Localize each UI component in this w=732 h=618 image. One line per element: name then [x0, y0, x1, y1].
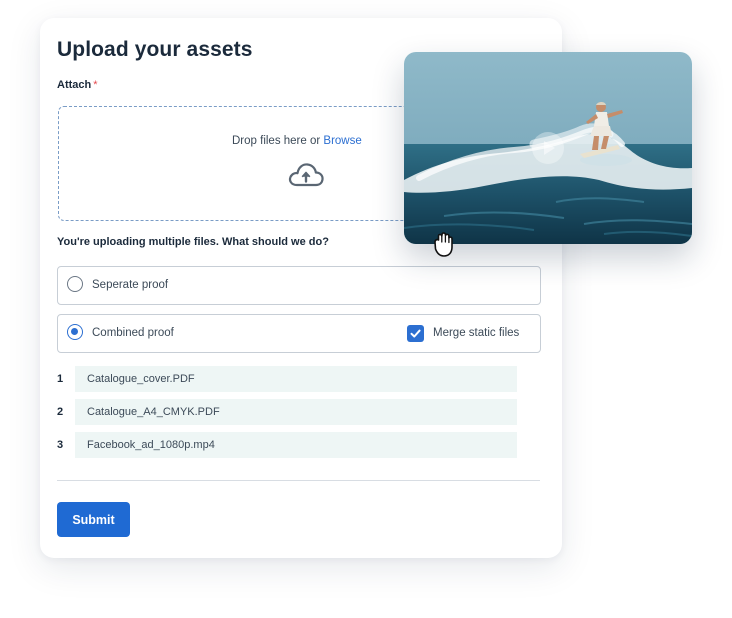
merge-static-files-checkbox[interactable]	[407, 325, 424, 342]
required-mark: *	[93, 79, 98, 91]
dropzone-text: Drop files here or Browse	[232, 135, 362, 147]
dropzone-instructions: Drop files here or	[232, 135, 324, 147]
file-entry[interactable]: Catalogue_A4_CMYK.PDF	[75, 399, 517, 425]
page-title: Upload your assets	[57, 38, 253, 61]
file-name: Catalogue_A4_CMYK.PDF	[87, 406, 220, 418]
separate-proof-radio[interactable]	[67, 276, 83, 292]
combined-proof-option[interactable]: Combined proof Merge static files	[57, 314, 541, 353]
cloud-upload-icon	[287, 161, 325, 189]
file-index: 2	[57, 406, 64, 418]
surfer-image	[404, 52, 692, 244]
divider	[57, 480, 540, 481]
upload-question: You're uploading multiple files. What sh…	[57, 236, 329, 248]
video-preview-thumbnail[interactable]	[404, 52, 692, 244]
attach-label: Attach *	[57, 79, 98, 91]
checkmark-icon	[410, 329, 421, 338]
merge-static-files-label: Merge static files	[433, 327, 520, 339]
combined-proof-radio[interactable]	[67, 324, 83, 340]
grab-hand-icon	[429, 228, 459, 260]
file-entry[interactable]: Catalogue_cover.PDF	[75, 366, 517, 392]
browse-link[interactable]: Browse	[323, 135, 361, 147]
attach-label-text: Attach	[57, 79, 92, 91]
canvas: Upload your assets Attach * Drop files he…	[0, 0, 732, 618]
combined-proof-label: Combined proof	[92, 327, 174, 339]
separate-proof-label: Seperate proof	[92, 279, 169, 291]
file-index: 1	[57, 373, 64, 385]
file-index: 3	[57, 439, 64, 451]
submit-button[interactable]: Submit	[57, 502, 130, 537]
file-name: Facebook_ad_1080p.mp4	[87, 439, 215, 451]
separate-proof-option[interactable]: Seperate proof	[57, 266, 541, 305]
file-entry[interactable]: Facebook_ad_1080p.mp4	[75, 432, 517, 458]
file-name: Catalogue_cover.PDF	[87, 373, 195, 385]
